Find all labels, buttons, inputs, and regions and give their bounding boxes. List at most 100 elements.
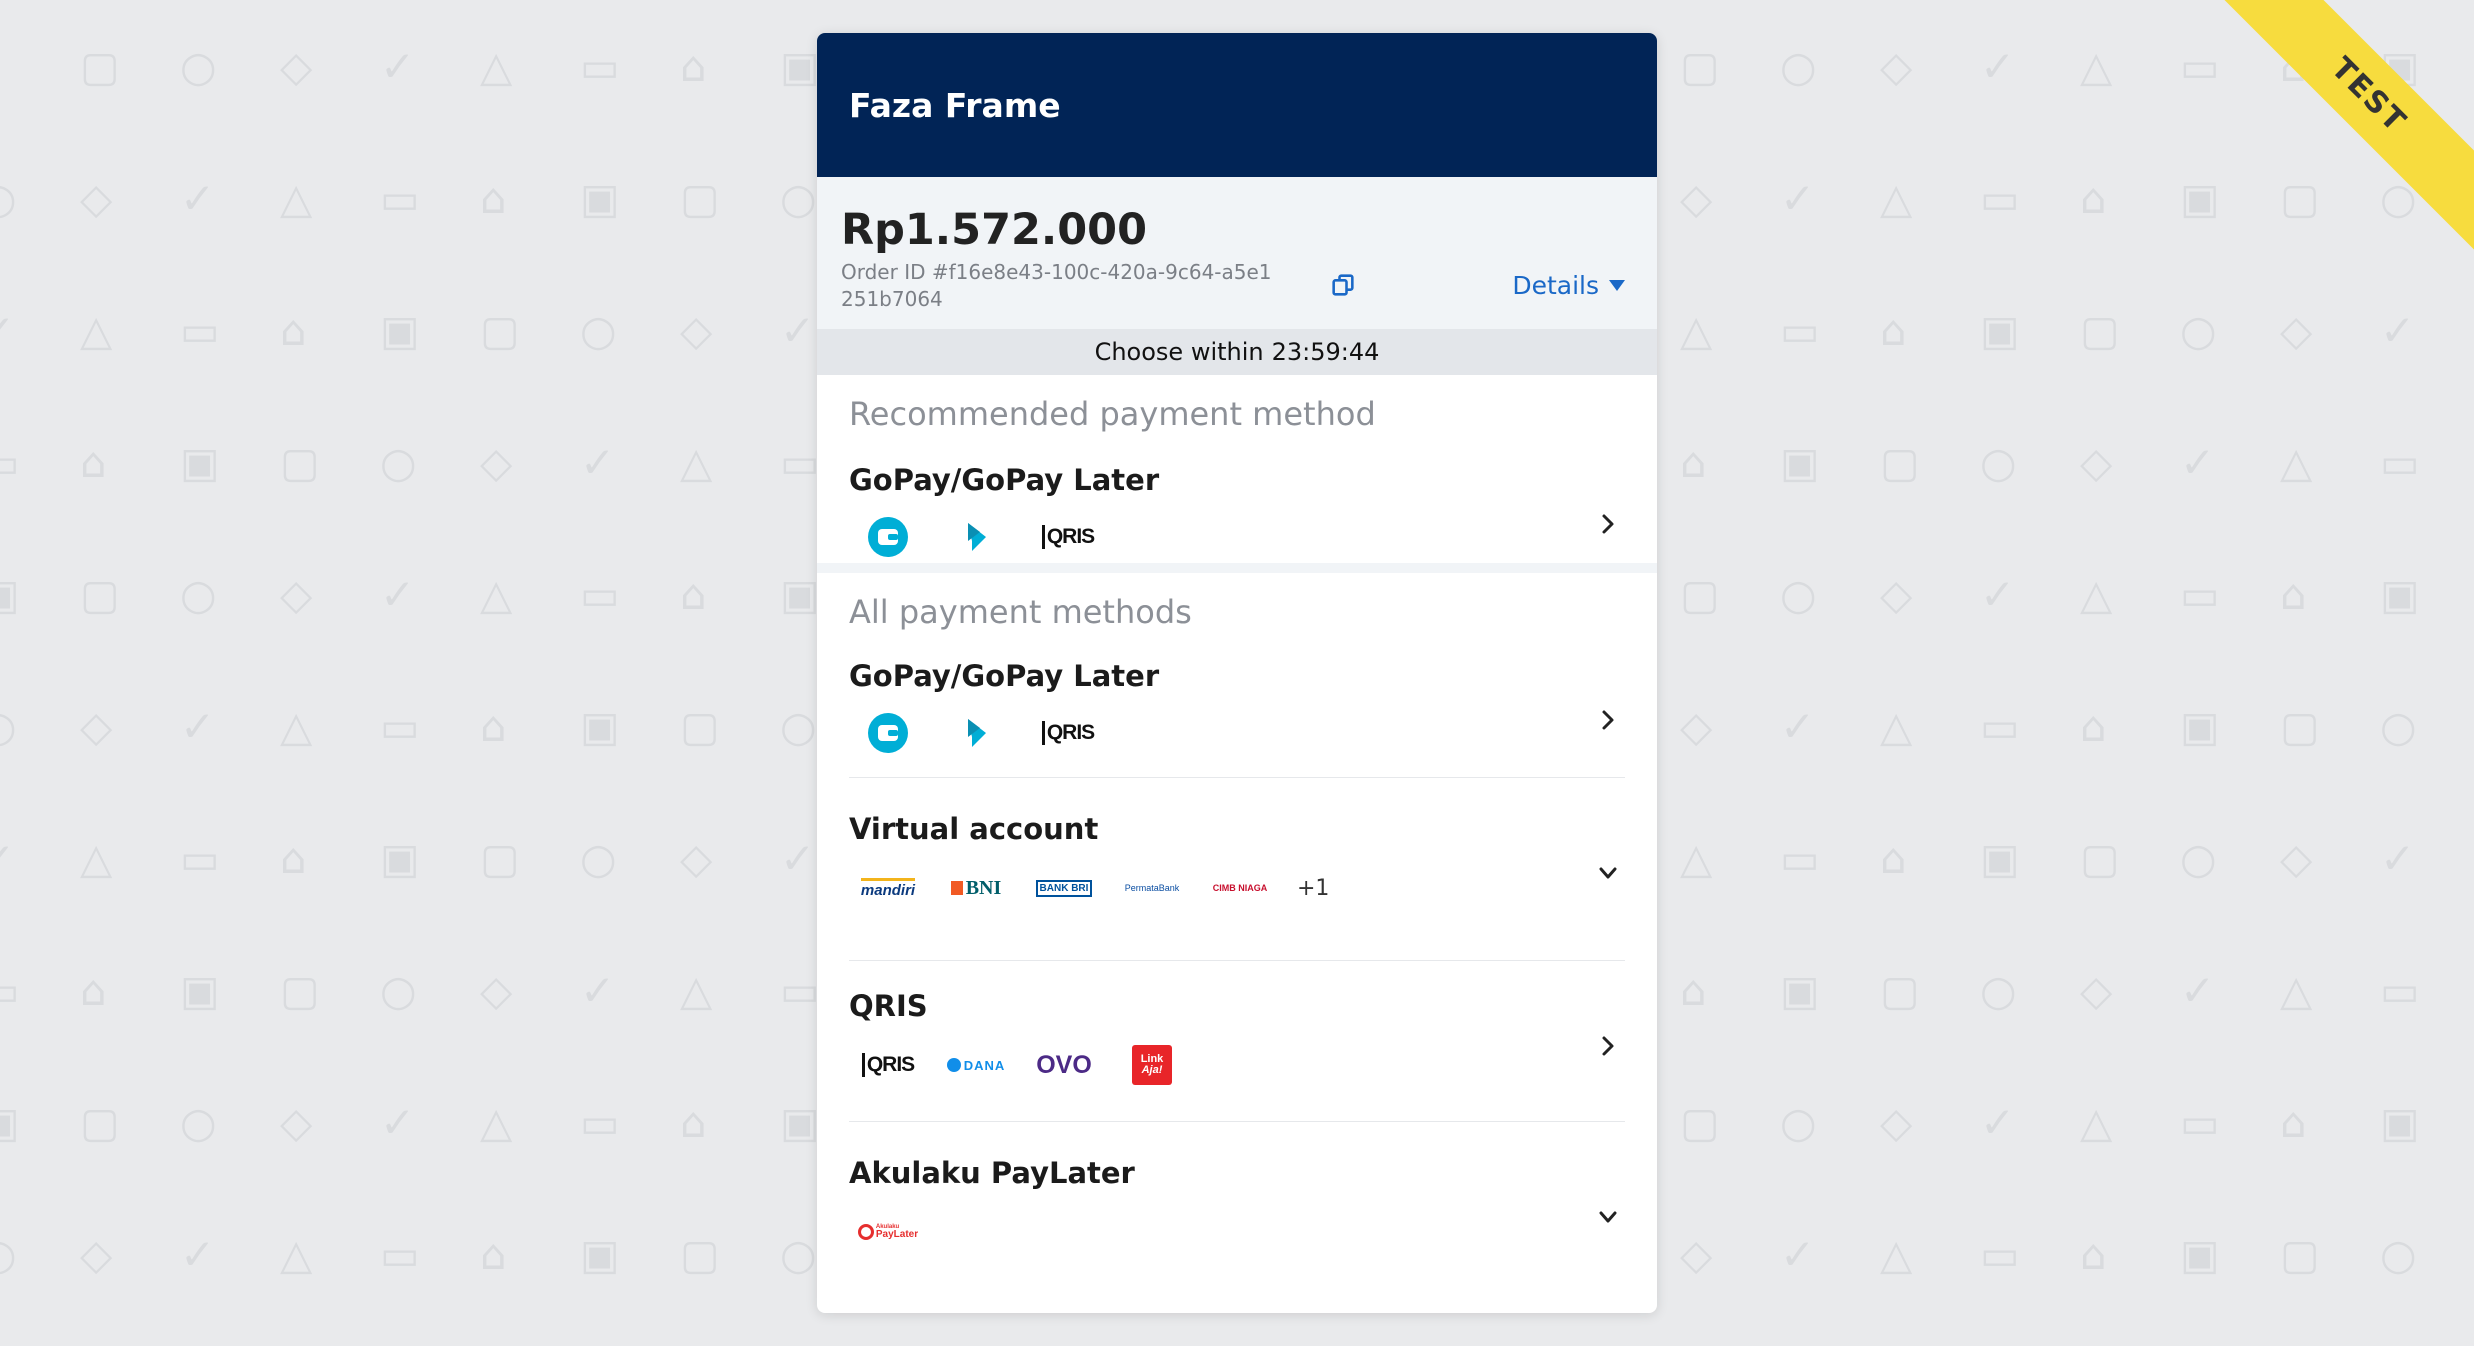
pattern-triangle-icon: △	[680, 966, 713, 1015]
method-name: Virtual account	[849, 812, 1099, 846]
pattern-card-icon: ▭	[1980, 702, 2020, 751]
method-gopay[interactable]: GoPay/GoPay Later QRIS	[849, 631, 1625, 777]
pattern-check-icon: ✓	[180, 702, 216, 751]
pattern-triangle-icon: △	[1880, 702, 1913, 751]
pattern-check-icon: ✓	[180, 1230, 216, 1279]
pattern-diamond-icon: ◇	[280, 42, 313, 91]
gopay-wallet-icon	[857, 515, 919, 559]
pattern-square-icon: ▢	[680, 702, 720, 751]
bri-logo-text: BANK BRI	[1035, 879, 1093, 897]
pattern-card-icon: ▭	[180, 834, 220, 883]
mandiri-logo: mandiri	[857, 866, 919, 910]
bni-logo: BNI	[945, 866, 1007, 910]
pattern-square-icon: ▢	[1880, 438, 1920, 487]
pattern-square-icon: ▢	[1680, 570, 1720, 619]
pattern-diamond-icon: ◇	[1880, 1098, 1913, 1147]
dana-logo: DANA	[945, 1043, 1007, 1087]
pattern-card-icon: ▭	[780, 438, 820, 487]
copy-icon[interactable]	[1329, 271, 1357, 299]
pattern-check-icon: ✓	[2380, 834, 2416, 883]
pattern-circle-icon: ○	[780, 174, 817, 223]
pattern-square-icon: ▢	[1680, 42, 1720, 91]
pattern-triangle-icon: △	[2080, 570, 2113, 619]
akulaku-mark	[857, 1224, 874, 1240]
pattern-home-icon: ⌂	[80, 438, 107, 487]
pattern-check-icon: ✓	[2180, 966, 2216, 1015]
pattern-circle-icon: ○	[380, 438, 417, 487]
pattern-check-icon: ✓	[1980, 42, 2016, 91]
chevron-right-icon	[1597, 709, 1619, 731]
pattern-check-icon: ✓	[1980, 570, 2016, 619]
pattern-card-icon: ▭	[580, 42, 620, 91]
pattern-box-icon: ▣	[2180, 1230, 2220, 1279]
payment-card: Faza Frame Rp1.572.000 Order ID #f16e8e4…	[817, 33, 1657, 1313]
recommended-gopay-method[interactable]: GoPay/GoPay Later QRIS	[849, 433, 1625, 563]
pattern-circle-icon: ○	[1980, 966, 2017, 1015]
pattern-square-icon: ▢	[80, 570, 120, 619]
countdown-bar: Choose within 23:59:44	[817, 329, 1657, 375]
pattern-circle-icon: ○	[1780, 570, 1817, 619]
pattern-card-icon: ▭	[380, 1230, 420, 1279]
chevron-right-icon	[1597, 513, 1619, 535]
pattern-check-icon: ✓	[580, 438, 616, 487]
pattern-diamond-icon: ◇	[2280, 834, 2313, 883]
chevron-right-icon	[1597, 1035, 1619, 1057]
method-virtual-account[interactable]: Virtual account mandiri BNI BANK BRI Per…	[849, 778, 1625, 960]
pattern-card-icon: ▭	[2180, 1098, 2220, 1147]
pattern-home-icon: ⌂	[280, 834, 307, 883]
method-akulaku[interactable]: Akulaku PayLater Akulaku PayLater	[849, 1122, 1625, 1262]
qris-logo: QRIS	[857, 1043, 919, 1087]
pattern-square-icon: ▢	[280, 966, 320, 1015]
pattern-home-icon: ⌂	[2080, 1230, 2107, 1279]
pattern-square-icon: ▢	[2080, 834, 2120, 883]
pattern-diamond-icon: ◇	[80, 174, 113, 223]
pattern-box-icon: ▣	[580, 1230, 620, 1279]
pattern-circle-icon: ○	[2180, 306, 2217, 355]
order-summary: Rp1.572.000 Order ID #f16e8e43-100c-420a…	[817, 177, 1657, 329]
pattern-box-icon: ▣	[1980, 306, 2020, 355]
bni-logo-text: BNI	[965, 876, 1002, 899]
pattern-diamond-icon: ◇	[1680, 1230, 1713, 1279]
dana-logo-text: DANA	[963, 1057, 1006, 1073]
pattern-square-icon: ▢	[2080, 306, 2120, 355]
pattern-box-icon: ▣	[780, 570, 820, 619]
pattern-card-icon: ▭	[0, 970, 20, 1012]
pattern-circle-icon: ○	[1780, 42, 1817, 91]
pattern-card-icon: ▭	[380, 174, 420, 223]
linkaja-text-2: Aja!	[1141, 1064, 1163, 1076]
pattern-card-icon: ▭	[580, 570, 620, 619]
details-button[interactable]: Details	[1512, 271, 1625, 300]
qris-logo: QRIS	[1037, 711, 1099, 755]
pattern-triangle-icon: △	[2280, 438, 2313, 487]
pattern-box-icon: ▣	[180, 966, 220, 1015]
pattern-card-icon: ▭	[1780, 834, 1820, 883]
pattern-check-icon: ✓	[2380, 306, 2416, 355]
pattern-card-icon: ▭	[780, 966, 820, 1015]
order-id: Order ID #f16e8e43-100c-420a-9c64-a5e125…	[841, 260, 1272, 311]
pattern-home-icon: ⌂	[280, 306, 307, 355]
pattern-box-icon: ▣	[1980, 834, 2020, 883]
pattern-box-icon: ▣	[0, 1102, 20, 1144]
cimb-logo-text: CIMB NIAGA	[1212, 883, 1268, 893]
pattern-triangle-icon: △	[1680, 834, 1713, 883]
linkaja-badge: Link Aja!	[1132, 1045, 1172, 1085]
pattern-square-icon: ▢	[1880, 966, 1920, 1015]
pattern-diamond-icon: ◇	[2080, 438, 2113, 487]
method-name: GoPay/GoPay Later	[849, 659, 1160, 693]
pattern-card-icon: ▭	[2180, 42, 2220, 91]
method-logos: Akulaku PayLater	[849, 1210, 1625, 1254]
pattern-circle-icon: ○	[0, 178, 17, 220]
pattern-triangle-icon: △	[280, 1230, 313, 1279]
countdown-value: 23:59:44	[1271, 338, 1380, 366]
pattern-triangle-icon: △	[1880, 1230, 1913, 1279]
method-name: Akulaku PayLater	[849, 1156, 1135, 1190]
method-qris[interactable]: QRIS QRIS DANA OVO Link Aja!	[849, 961, 1625, 1121]
method-logos: QRIS DANA OVO Link Aja!	[849, 1043, 1625, 1087]
qris-logo: QRIS	[1037, 515, 1099, 559]
pattern-home-icon: ⌂	[480, 1230, 507, 1279]
cimb-logo: CIMB NIAGA	[1209, 866, 1271, 910]
pattern-diamond-icon: ◇	[1880, 42, 1913, 91]
qris-logo-text: QRIS	[1041, 721, 1095, 745]
pattern-check-icon: ✓	[780, 306, 816, 355]
pattern-triangle-icon: △	[480, 1098, 513, 1147]
